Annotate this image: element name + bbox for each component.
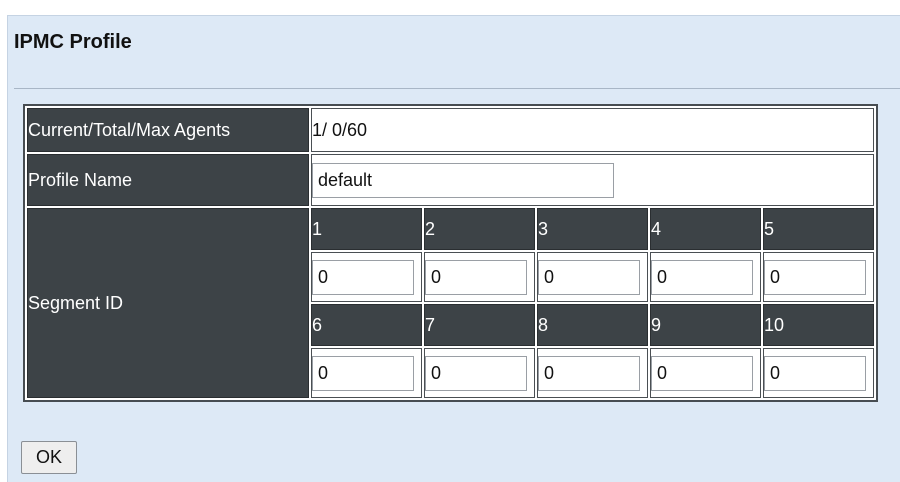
profile-name-label: Profile Name [27,154,309,206]
ipmc-profile-table: Current/Total/Max Agents 1/ 0/60 Profile… [23,104,878,402]
profile-name-cell [311,154,874,206]
segment-input-cell [311,348,422,398]
segment-id-header: 3 [537,208,648,250]
segment-id-label: Segment ID [27,208,309,398]
segment-10-input[interactable] [764,355,866,391]
agents-row: Current/Total/Max Agents 1/ 0/60 [27,108,874,152]
segment-4-input[interactable] [651,259,753,295]
segment-input-cell [537,348,648,398]
segment-input-cell [650,252,761,302]
segment-input-cell [311,252,422,302]
segment-input-cell [424,252,535,302]
agents-label: Current/Total/Max Agents [27,108,309,152]
segment-3-input[interactable] [538,259,640,295]
page-title: IPMC Profile [14,31,132,53]
segment-5-input[interactable] [764,259,866,295]
segment-id-header-row-1: Segment ID 1 2 3 4 5 [27,208,874,398]
segment-2-input[interactable] [425,259,527,295]
segment-7-input[interactable] [425,355,527,391]
segment-1-input[interactable] [312,259,414,295]
agents-value: 1/ 0/60 [311,108,874,152]
title-divider [14,88,900,89]
segment-id-header: 1 [311,208,422,250]
segment-input-cell [537,252,648,302]
segment-id-header: 5 [763,208,874,250]
segment-id-header: 9 [650,304,761,346]
segment-id-header: 8 [537,304,648,346]
segment-8-input[interactable] [538,355,640,391]
segment-9-input[interactable] [651,355,753,391]
segment-input-cell [424,348,535,398]
ipmc-profile-panel: IPMC Profile Current/Total/Max Agents 1/… [7,15,900,482]
segment-input-cell [763,348,874,398]
segment-id-header: 2 [424,208,535,250]
profile-name-input[interactable] [312,162,614,198]
segment-id-header: 7 [424,304,535,346]
segment-id-header: 6 [311,304,422,346]
segment-id-header: 4 [650,208,761,250]
segment-input-cell [763,252,874,302]
ok-button[interactable]: OK [21,441,77,474]
segment-6-input[interactable] [312,355,414,391]
segment-input-cell [650,348,761,398]
profile-name-row: Profile Name [27,154,874,206]
segment-id-header: 10 [763,304,874,346]
